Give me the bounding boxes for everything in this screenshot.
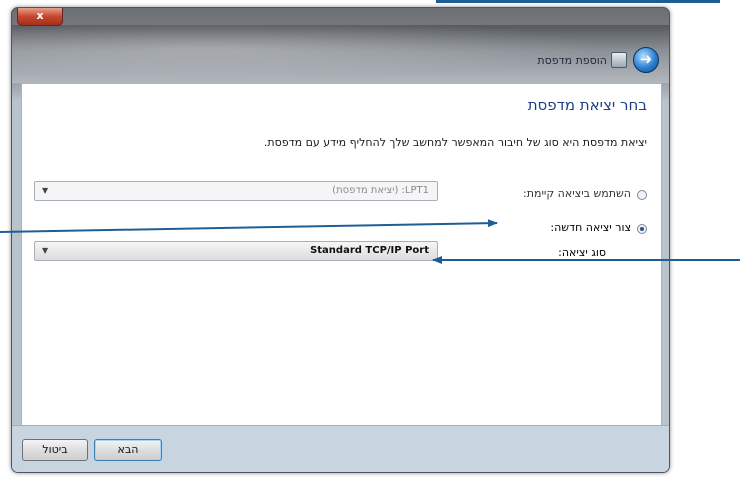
existing-port-value: LPT1: (יציאת מדפסת) bbox=[332, 185, 429, 196]
port-type-label: סוג יציאה: bbox=[558, 246, 606, 259]
page-heading: בחר יציאת מדפסת bbox=[527, 96, 647, 114]
wizard-content: בחר יציאת מדפסת יציאת מדפסת היא סוג של ח… bbox=[21, 83, 662, 426]
dropdown-arrow-icon: ▼ bbox=[42, 186, 49, 195]
back-arrow-button[interactable]: ➜ bbox=[633, 47, 659, 73]
page-description: יציאת מדפסת היא סוג של חיבור המאפשר למחש… bbox=[263, 136, 647, 149]
cancel-button[interactable]: ביטול bbox=[22, 439, 88, 461]
dropdown-arrow-icon: ▼ bbox=[42, 246, 49, 255]
port-type-value: Standard TCP/IP Port bbox=[310, 245, 429, 256]
radio-use-existing-port[interactable] bbox=[637, 190, 647, 200]
close-button[interactable]: x bbox=[17, 8, 63, 26]
next-button[interactable]: הבא bbox=[94, 439, 162, 461]
port-type-dropdown[interactable]: Standard TCP/IP Port ▼ bbox=[34, 241, 438, 261]
top-callout-line bbox=[436, 0, 720, 3]
button-bar: הבא ביטול bbox=[12, 425, 669, 472]
existing-port-dropdown[interactable]: LPT1: (יציאת מדפסת) ▼ bbox=[34, 181, 438, 201]
title-bar: הוספת מדפסת ➜ bbox=[12, 25, 669, 83]
create-new-port-label: צור יציאה חדשה: bbox=[550, 221, 631, 234]
printer-icon bbox=[611, 52, 627, 68]
use-existing-port-label: השתמש ביציאה קיימת: bbox=[523, 187, 631, 200]
add-printer-dialog: הוספת מדפסת ➜ x בחר יציאת מדפסת יציאת מד… bbox=[11, 7, 670, 473]
window-title: הוספת מדפסת bbox=[537, 54, 607, 67]
radio-create-new-port[interactable] bbox=[637, 224, 647, 234]
